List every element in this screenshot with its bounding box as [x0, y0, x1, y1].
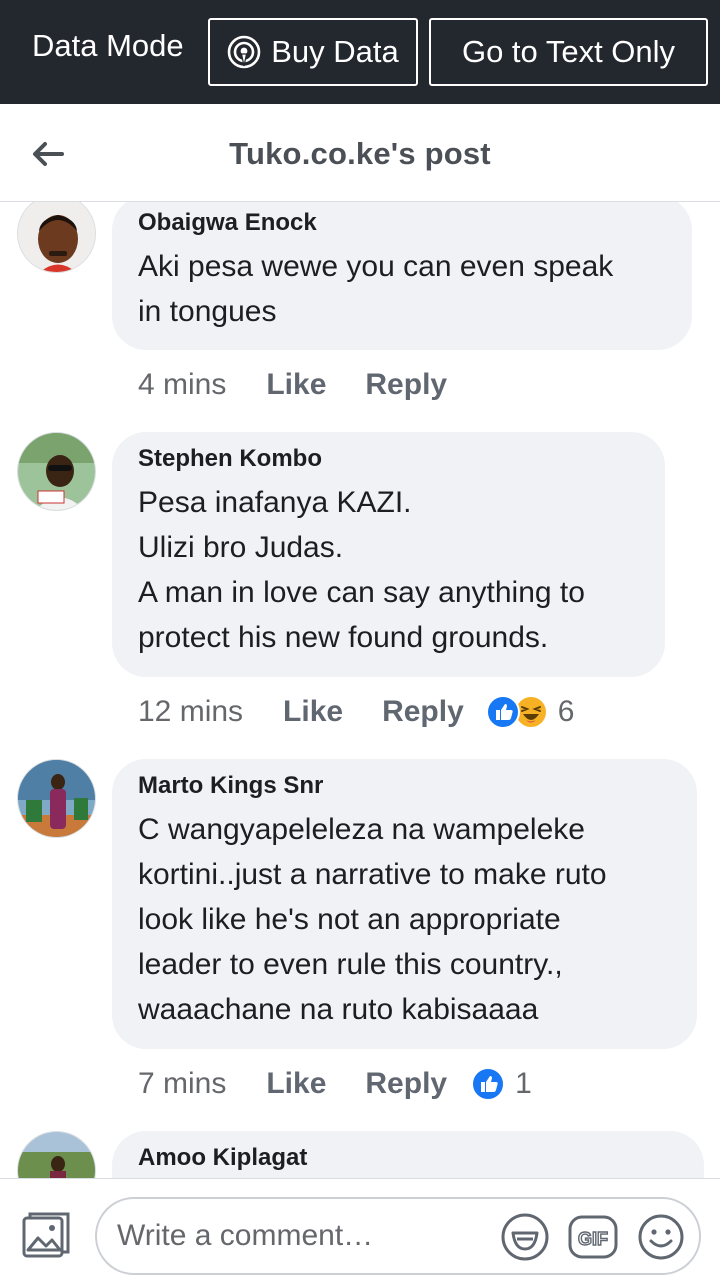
reaction-summary[interactable]: 6: [485, 695, 575, 729]
comment-text: C wangyapeleleza na wampeleke kortini..j…: [138, 813, 607, 1026]
buy-data-button[interactable]: Buy Data: [208, 18, 418, 86]
comment-time[interactable]: 4 mins: [138, 368, 226, 402]
emoji-icon[interactable]: [635, 1211, 687, 1263]
like-reaction-icon: [485, 695, 520, 729]
reply-button[interactable]: Reply: [365, 1067, 447, 1101]
page-title: Tuko.co.ke's post: [229, 136, 491, 171]
comments-feed[interactable]: Obaigwa Enock Aki pesa wewe you can even…: [0, 202, 720, 1178]
svg-text:GIF: GIF: [578, 1229, 608, 1249]
comment-author[interactable]: Amoo Kiplagat: [138, 1143, 678, 1173]
avatar[interactable]: [17, 1131, 96, 1178]
broadcast-icon: [227, 35, 261, 69]
comment-input[interactable]: Write a comment… GIF: [95, 1197, 701, 1275]
comment-author[interactable]: Marto Kings Snr: [138, 771, 671, 801]
text-only-button[interactable]: Go to Text Only: [429, 18, 708, 86]
reaction-count: 6: [557, 695, 575, 728]
comment-composer: Write a comment… GIF: [0, 1178, 720, 1285]
reply-button[interactable]: Reply: [382, 695, 464, 729]
photo-icon[interactable]: [20, 1210, 72, 1262]
reaction-summary[interactable]: 1: [471, 1067, 532, 1101]
like-reaction-icon: [471, 1067, 506, 1101]
comment-bubble[interactable]: Obaigwa Enock Aki pesa wewe you can even…: [112, 202, 692, 350]
avatar-image: [18, 202, 95, 272]
comment-bubble[interactable]: Amoo Kiplagat: [112, 1131, 704, 1178]
gif-icon[interactable]: GIF: [567, 1211, 619, 1263]
comment-input-placeholder: Write a comment…: [117, 1219, 374, 1252]
text-only-label: Go to Text Only: [461, 34, 676, 69]
like-button[interactable]: Like: [283, 695, 343, 729]
data-mode-bar: Data Mode Buy Data Go to Text Only: [0, 0, 720, 104]
comment-text: Pesa inafanya KAZI. Ulizi bro Judas. A m…: [138, 486, 585, 654]
avatar[interactable]: [17, 432, 96, 511]
reply-button[interactable]: Reply: [365, 368, 447, 402]
avatar[interactable]: [17, 759, 96, 838]
comment-bubble[interactable]: Marto Kings Snr C wangyapeleleza na wamp…: [112, 759, 697, 1049]
avatar-image: [18, 1132, 95, 1178]
comment-bubble[interactable]: Stephen Kombo Pesa inafanya KAZI. Ulizi …: [112, 432, 665, 677]
comment-text: Aki pesa wewe you can even speak in tong…: [138, 250, 614, 328]
comment-time[interactable]: 7 mins: [138, 1067, 226, 1101]
comment-time[interactable]: 12 mins: [138, 695, 243, 729]
sticker-icon[interactable]: [499, 1211, 551, 1263]
comment-author[interactable]: Stephen Kombo: [138, 444, 639, 474]
comment-actions: 7 mins Like Reply 1: [138, 1064, 532, 1104]
data-mode-label: Data Mode: [32, 28, 184, 63]
comment-actions: 12 mins Like Reply 6: [138, 692, 574, 732]
like-button[interactable]: Like: [266, 368, 326, 402]
reaction-count: 1: [515, 1067, 532, 1100]
comment-author[interactable]: Obaigwa Enock: [138, 208, 666, 238]
comment-actions: 4 mins Like Reply: [138, 365, 447, 405]
buy-data-label: Buy Data: [271, 34, 399, 69]
avatar[interactable]: [17, 202, 96, 273]
avatar-image: [18, 760, 95, 837]
like-button[interactable]: Like: [266, 1067, 326, 1101]
avatar-image: [18, 433, 95, 510]
post-header: Tuko.co.ke's post: [0, 104, 720, 202]
